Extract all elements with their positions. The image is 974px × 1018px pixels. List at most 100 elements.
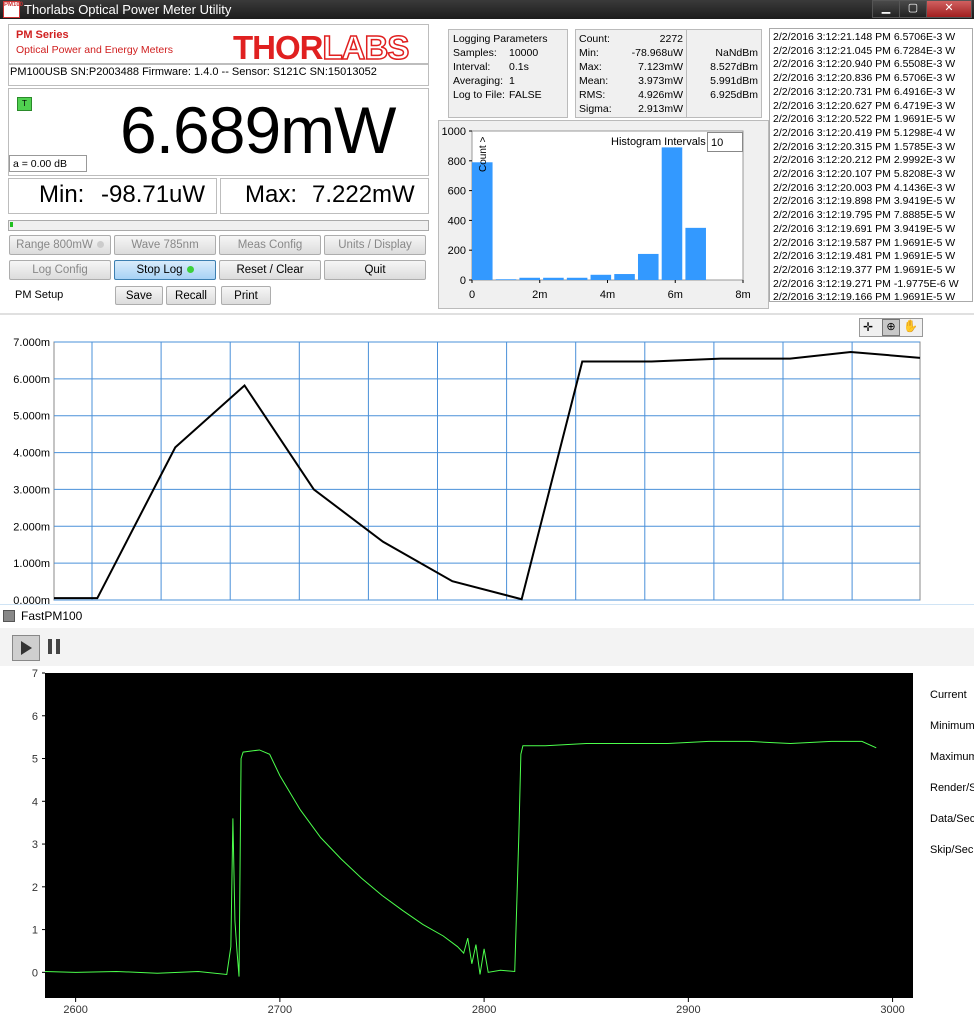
trend-y-tick-label: 7.000m	[13, 337, 50, 349]
attenuation-field[interactable]: a = 0.00 dB	[9, 155, 87, 172]
fast-x-tick-label: 2900	[676, 1004, 700, 1016]
range-label: Range 800mW	[16, 239, 93, 251]
histogram-x-tick-label: 6m	[668, 289, 683, 301]
log-entry[interactable]: 2/2/2016 3:12:20.522 PM 1.9691E-5 W	[773, 113, 955, 125]
stat-max-value: 7.123mW	[638, 61, 683, 73]
fast-x-tick-label: 2800	[472, 1004, 496, 1016]
trend-y-tick-label: 6.000m	[13, 374, 50, 386]
fast-window-icon	[3, 610, 15, 622]
range-button[interactable]: Range 800mW	[9, 235, 111, 255]
log-entry[interactable]: 2/2/2016 3:12:19.691 PM 3.9419E-5 W	[773, 223, 955, 235]
wave-button[interactable]: Wave 785nm	[114, 235, 216, 255]
close-button[interactable]: ✕	[926, 0, 972, 18]
fast-x-tick-label: 3000	[880, 1004, 904, 1016]
stat-max-dbm: 8.527dBm	[710, 61, 758, 73]
reset-clear-button[interactable]: Reset / Clear	[219, 260, 321, 280]
current-label: Current	[930, 689, 967, 701]
save-button[interactable]: Save	[115, 286, 163, 305]
log-entry[interactable]: 2/2/2016 3:12:21.148 PM 6.5706E-3 W	[773, 31, 955, 43]
range-indicator-icon	[96, 241, 104, 249]
count-value: 2272	[659, 33, 683, 45]
fast-y-tick-label: 6	[32, 711, 38, 723]
print-button[interactable]: Print	[221, 286, 271, 305]
log-entry[interactable]: 2/2/2016 3:12:21.045 PM 6.7284E-3 W	[773, 45, 955, 57]
log-config-button[interactable]: Log Config	[9, 260, 111, 280]
stat-sigma-label: Sigma:	[579, 103, 612, 115]
log-entry[interactable]: 2/2/2016 3:12:20.731 PM 6.4916E-3 W	[773, 86, 955, 98]
fast-x-tick-label: 2700	[268, 1004, 292, 1016]
title-bar[interactable]: PM100 Thorlabs Optical Power Meter Utili…	[0, 0, 974, 19]
skip-sec-label: Skip/Sec	[930, 844, 974, 856]
histogram-y-tick-label: 1000	[442, 126, 466, 138]
stat-mean-dbm: 5.991dBm	[710, 75, 758, 87]
fast-y-tick-label: 7	[32, 668, 38, 680]
stat-max-label: Max:	[579, 61, 602, 73]
pause-icon-bar	[56, 639, 60, 654]
fast-y-tick-label: 2	[32, 882, 38, 894]
log-progress-bar	[8, 220, 429, 231]
trend-y-tick-label: 1.000m	[13, 558, 50, 570]
log-entry[interactable]: 2/2/2016 3:12:19.377 PM 1.9691E-5 W	[773, 264, 955, 276]
samples-value: 10000	[509, 47, 539, 59]
log-file-value: FALSE	[509, 89, 542, 101]
stat-rms-label: RMS:	[579, 89, 606, 101]
log-entry[interactable]: 2/2/2016 3:12:20.419 PM 5.1298E-4 W	[773, 127, 955, 139]
histogram-y-tick-label: 200	[448, 245, 466, 257]
log-entry[interactable]: 2/2/2016 3:12:19.898 PM 3.9419E-5 W	[773, 195, 955, 207]
quit-button[interactable]: Quit	[324, 260, 426, 280]
histogram-x-tick-label: 0	[469, 289, 475, 301]
trend-plot-area	[53, 341, 921, 601]
minimize-button[interactable]: ▁	[872, 0, 900, 18]
window-title: Thorlabs Optical Power Meter Utility	[24, 2, 232, 17]
maximum-label: Maximum	[930, 751, 974, 763]
log-entry[interactable]: 2/2/2016 3:12:19.166 PM 1.9691E-5 W	[773, 291, 955, 301]
max-value: 7.222mW	[312, 181, 415, 208]
histogram-x-tick-label: 4m	[600, 289, 615, 301]
logging-title: Logging Parameters	[453, 33, 548, 45]
histogram-y-tick-label: 400	[448, 215, 466, 227]
histogram-bar	[543, 277, 564, 280]
histogram-bar	[685, 227, 706, 280]
fast-toolbar	[0, 628, 974, 666]
statistics-dbm-box: NaNdBm 8.527dBm 5.991dBm 6.925dBm	[686, 29, 762, 118]
app-icon: PM100	[3, 1, 23, 18]
fast-trace-chart: 0 1 2 3 4 5 6 7 2600 2700 2800 2900 3000	[32, 668, 913, 1016]
log-entry[interactable]: 2/2/2016 3:12:20.315 PM 1.5785E-3 W	[773, 141, 955, 153]
log-entry[interactable]: 2/2/2016 3:12:20.627 PM 6.4719E-3 W	[773, 100, 955, 112]
histogram-x-tick-label: 8m	[735, 289, 750, 301]
play-button[interactable]	[12, 635, 40, 661]
histogram-intervals-input[interactable]: 10	[707, 132, 743, 152]
averaging-label: Averaging:	[453, 75, 504, 87]
log-entry[interactable]: 2/2/2016 3:12:19.271 PM -1.9775E-6 W	[773, 278, 959, 290]
max-label: Max:	[245, 181, 298, 208]
power-trend-chart: 0.000m1.000m2.000m3.000m4.000m5.000m6.00…	[13, 337, 921, 605]
units-display-button[interactable]: Units / Display	[324, 235, 426, 255]
log-entry[interactable]: 2/2/2016 3:12:19.481 PM 1.9691E-5 W	[773, 250, 955, 262]
histogram-bar	[472, 162, 493, 280]
histogram-count-axis-label: Count >	[478, 137, 489, 172]
fast-window-title-bar: FastPM100	[0, 604, 974, 627]
render-sec-label: Render/S	[930, 782, 974, 794]
log-list[interactable]: 2/2/2016 3:12:21.148 PM 6.5706E-3 W 2/2/2…	[769, 28, 973, 302]
trigger-badge[interactable]: T	[17, 97, 32, 111]
stop-log-button[interactable]: Stop Log	[114, 260, 216, 280]
log-entry[interactable]: 2/2/2016 3:12:20.003 PM 4.1436E-3 W	[773, 182, 955, 194]
histogram-bar	[637, 253, 659, 280]
log-entry[interactable]: 2/2/2016 3:12:20.107 PM 5.8208E-3 W	[773, 168, 955, 180]
log-entry[interactable]: 2/2/2016 3:12:19.795 PM 7.8885E-5 W	[773, 209, 955, 221]
meas-config-button[interactable]: Meas Config	[219, 235, 321, 255]
recall-button[interactable]: Recall	[166, 286, 216, 305]
histogram-y-tick-label: 600	[448, 186, 466, 198]
log-entry[interactable]: 2/2/2016 3:12:20.836 PM 6.5706E-3 W	[773, 72, 955, 84]
histogram-bar	[590, 274, 612, 280]
pm-setup-label: PM Setup	[15, 289, 64, 301]
histogram-bar	[495, 279, 517, 280]
histogram-bar	[661, 147, 683, 280]
pause-button[interactable]	[45, 637, 65, 657]
maximize-button[interactable]: ▢	[899, 0, 927, 18]
stat-sigma-value: 2.913mW	[638, 103, 683, 115]
log-entry[interactable]: 2/2/2016 3:12:19.587 PM 1.9691E-5 W	[773, 237, 955, 249]
log-entry[interactable]: 2/2/2016 3:12:20.940 PM 6.5508E-3 W	[773, 58, 955, 70]
log-entry[interactable]: 2/2/2016 3:12:20.212 PM 2.9992E-3 W	[773, 154, 955, 166]
trend-y-tick-label: 5.000m	[13, 411, 50, 423]
